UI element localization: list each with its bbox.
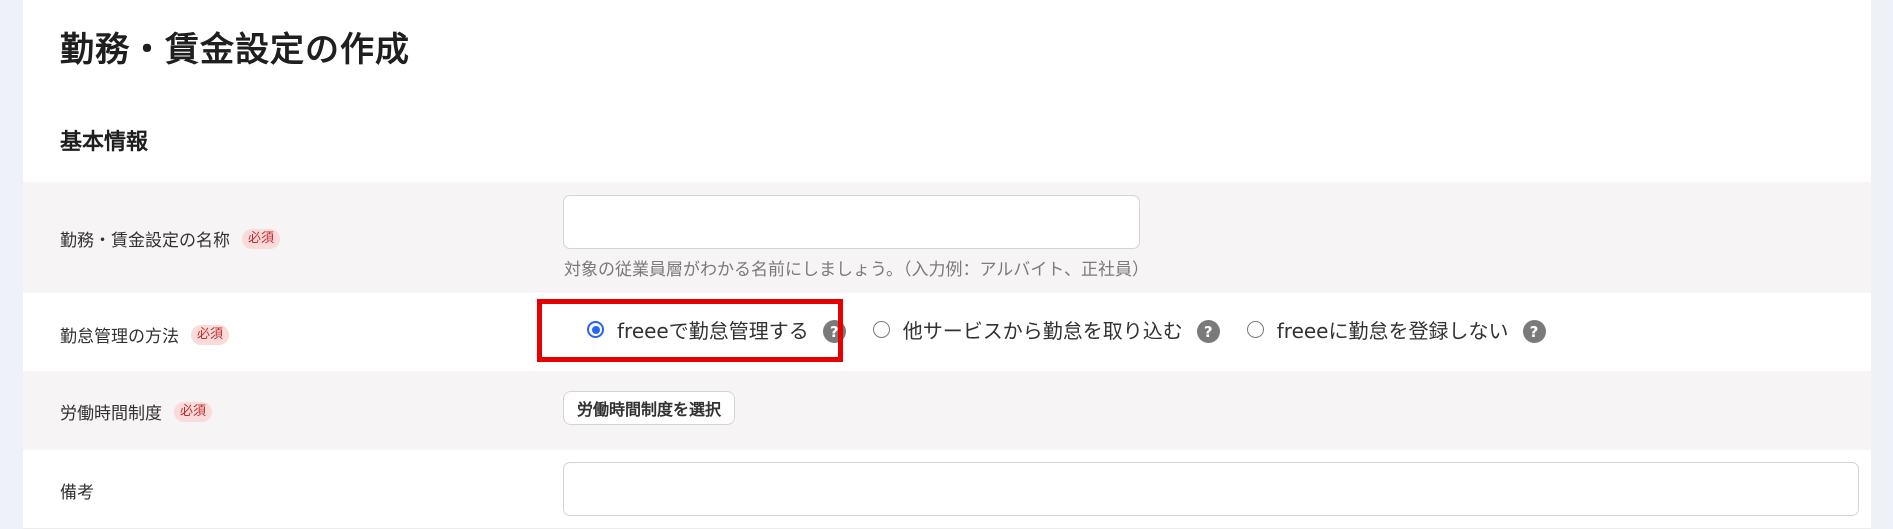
page-title: 勤務・賃金設定の作成: [60, 30, 410, 70]
required-badge: 必須: [191, 324, 230, 345]
help-icon[interactable]: ?: [1522, 320, 1546, 343]
remarks-label: 備考: [60, 483, 94, 503]
help-icon[interactable]: ?: [1196, 320, 1220, 343]
name-label: 勤務・賃金設定の名称: [60, 231, 230, 251]
required-badge: 必須: [174, 401, 213, 422]
attendance-method-row: 勤怠管理の方法 必須 freeeで勤怠管理する ? 他サービスから勤怠を取り込む…: [23, 293, 1871, 371]
name-label-group: 勤務・賃金設定の名称 必須: [60, 226, 281, 251]
radio-button[interactable]: [1246, 321, 1264, 338]
select-working-hours-button[interactable]: 労働時間制度を選択: [563, 391, 736, 425]
working-hours-row: 労働時間制度 必須 労働時間制度を選択: [23, 371, 1871, 450]
radio-button[interactable]: [872, 321, 890, 338]
working-hours-label-group: 労働時間制度 必須: [60, 399, 213, 424]
radio-label: freeeに勤怠を登録しない: [1276, 319, 1509, 343]
working-hours-label: 労働時間制度: [60, 404, 162, 424]
radio-option-no-register[interactable]: freeeに勤怠を登録しない ?: [1246, 315, 1546, 344]
highlight-annotation-box: [537, 299, 843, 362]
remarks-input[interactable]: [563, 462, 1859, 516]
name-hint: 対象の従業員層がわかる名前にしましょう。（入力例：アルバイト、正社員）: [564, 260, 1149, 280]
remarks-row: 備考: [23, 450, 1871, 529]
name-input[interactable]: [563, 195, 1140, 249]
radio-label: 他サービスから勤怠を取り込む: [902, 319, 1183, 343]
radio-option-import-other-service[interactable]: 他サービスから勤怠を取り込む ?: [872, 315, 1220, 344]
name-row: 勤務・賃金設定の名称 必須 対象の従業員層がわかる名前にしましょう。（入力例：ア…: [23, 182, 1871, 293]
required-badge: 必須: [242, 228, 281, 249]
remarks-label-group: 備考: [60, 478, 94, 503]
attendance-method-label: 勤怠管理の方法: [60, 327, 179, 347]
attendance-label-group: 勤怠管理の方法 必須: [60, 322, 230, 347]
section-title: 基本情報: [60, 130, 149, 155]
